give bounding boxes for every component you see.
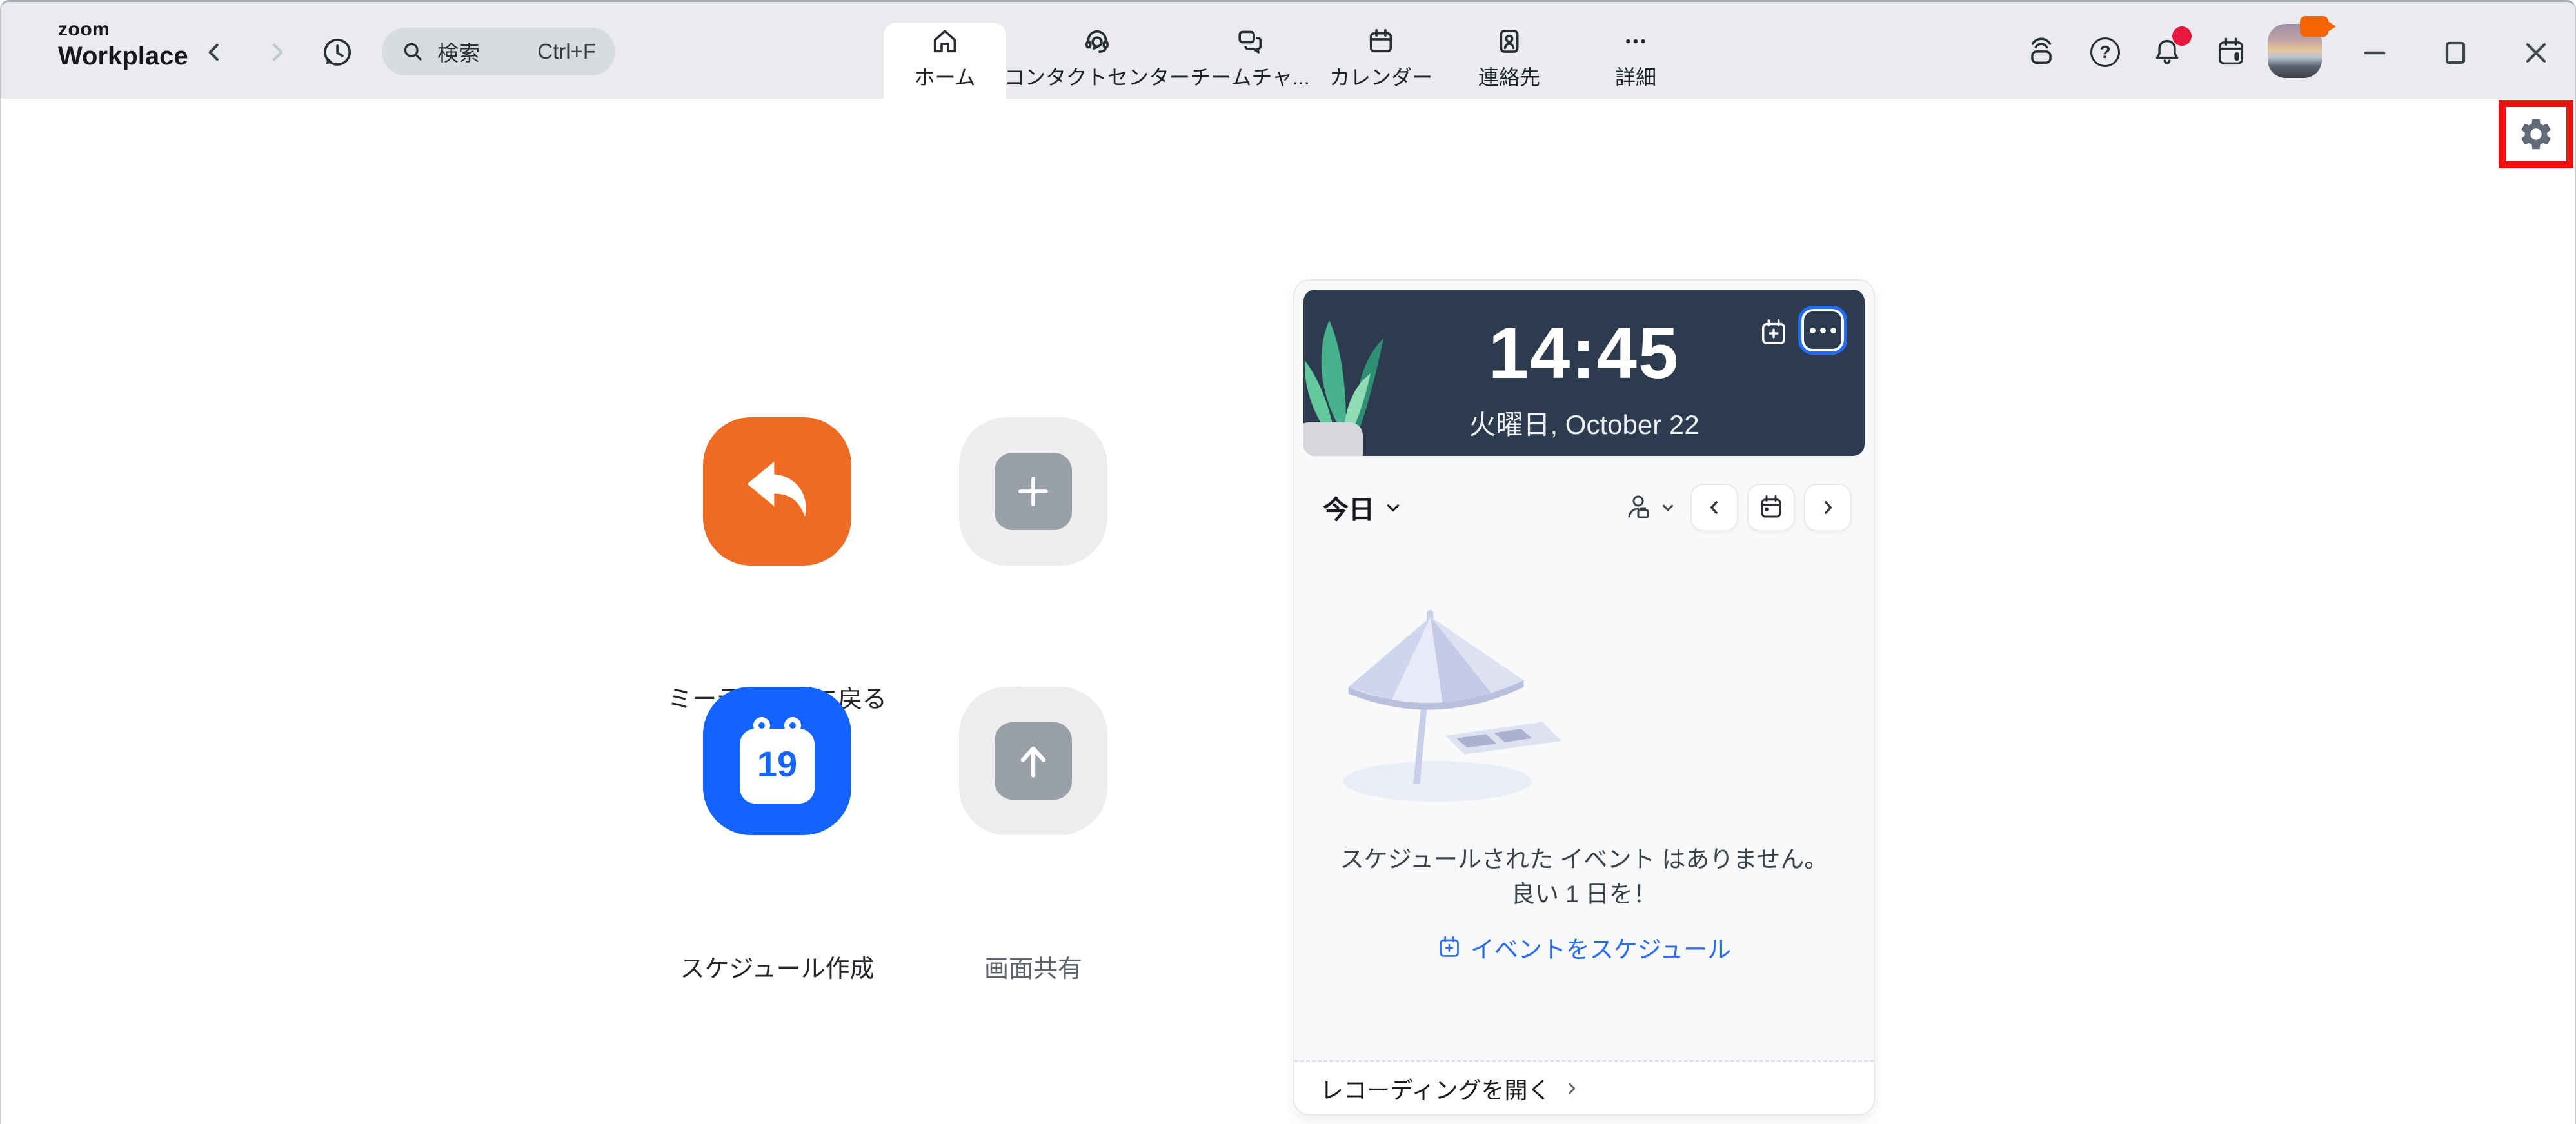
chevron-right-icon [265, 40, 290, 64]
plus-icon [995, 453, 1072, 530]
join-button[interactable] [959, 417, 1107, 566]
close-button[interactable] [2519, 35, 2553, 70]
tab-home-label: ホーム [914, 61, 975, 91]
clock-card: 14:45 火曜日, October 22 [1303, 290, 1865, 456]
notifications-button[interactable] [2150, 35, 2184, 69]
schedule-panel: 14:45 火曜日, October 22 今日 [1293, 279, 1875, 1116]
calendar-panel-icon [2214, 35, 2248, 69]
tab-team-chat-label: チームチャ... [1190, 61, 1309, 91]
tab-more[interactable]: 詳細 [1615, 23, 1656, 99]
back-button[interactable] [195, 33, 233, 72]
calendar-filter-dropdown[interactable] [1623, 492, 1676, 523]
home-content: ミーティングに戻る 参加 19 スケジュール作成 画面共有 [1, 99, 2575, 1124]
today-label: 今日 [1323, 489, 1374, 526]
beach-umbrella-illustration [1294, 603, 1874, 806]
calendar-day-number: 19 [738, 743, 816, 785]
maximize-icon [2441, 39, 2470, 67]
search-input[interactable]: 検索 Ctrl+F [382, 28, 615, 75]
tab-home[interactable]: ホーム [884, 23, 1006, 99]
bell-icon [2150, 35, 2184, 69]
app-logo: zoom Workplace [58, 20, 188, 69]
reply-arrow-icon [740, 454, 815, 529]
goto-today-button[interactable] [1747, 484, 1795, 531]
chevron-down-icon [1660, 499, 1676, 516]
more-dots-icon [1621, 26, 1650, 56]
help-button[interactable]: ? [2088, 35, 2122, 69]
share-arrow-icon [995, 722, 1072, 800]
minimize-icon [2361, 39, 2389, 67]
card-more-button[interactable] [1801, 309, 1844, 351]
app-window: zoom Workplace [0, 0, 2576, 1124]
tab-team-chat[interactable]: チームチャ... [1190, 23, 1309, 99]
search-placeholder: 検索 [437, 36, 480, 67]
minimize-button[interactable] [2357, 35, 2392, 70]
device-icon [2025, 35, 2058, 69]
chevron-right-icon [1563, 1080, 1580, 1097]
tab-more-label: 詳細 [1615, 61, 1656, 91]
empty-state: スケジュールされた イベント はありません。 良い 1 日を！ イベントをスケジ… [1294, 603, 1874, 965]
screen-share-button[interactable] [959, 687, 1107, 835]
annotation-highlight [2499, 100, 2573, 168]
person-badge-icon [1623, 492, 1654, 523]
chat-bubbles-icon [1235, 26, 1265, 56]
clock-date: 火曜日, October 22 [1303, 403, 1865, 442]
tab-contact-center-label: コンタクトセンター [1004, 61, 1190, 91]
contact-card-icon [1494, 26, 1524, 56]
tab-calendar[interactable]: カレンダー [1329, 23, 1432, 99]
open-recordings-row[interactable]: レコーディングを開く [1294, 1060, 1874, 1114]
tab-contacts[interactable]: 連絡先 [1478, 23, 1540, 99]
avatar[interactable] [2268, 24, 2322, 78]
back-to-meeting-button[interactable] [703, 417, 851, 566]
chevron-left-icon [202, 40, 226, 64]
search-icon [401, 40, 424, 63]
forward-button[interactable] [258, 33, 297, 72]
calendar-plus-icon [1437, 935, 1461, 960]
empty-line1: スケジュールされた イベント はありません。 [1294, 842, 1874, 877]
history-button[interactable] [317, 33, 356, 72]
tab-contacts-label: 連絡先 [1478, 61, 1540, 91]
maximize-button[interactable] [2438, 35, 2473, 70]
tab-contact-center[interactable]: コンタクトセンター [1004, 23, 1190, 99]
schedule-event-link[interactable]: イベントをスケジュール [1437, 930, 1731, 965]
help-icon: ? [2090, 37, 2120, 67]
connect-device-button[interactable] [2025, 35, 2058, 69]
home-icon [930, 26, 960, 56]
today-panel-button[interactable] [2214, 35, 2248, 69]
history-icon [319, 35, 354, 70]
schedule-event-label: イベントをスケジュール [1471, 930, 1731, 965]
headset-icon [1082, 26, 1112, 56]
empty-line2: 良い 1 日を！ [1294, 877, 1874, 912]
camera-badge-icon [2300, 16, 2328, 37]
close-icon [2522, 39, 2550, 67]
prev-day-button[interactable] [1690, 484, 1738, 531]
calendar-icon [1366, 26, 1396, 56]
date-nav-group [1690, 484, 1852, 531]
add-event-button[interactable] [1759, 318, 1788, 348]
schedule-button[interactable]: 19 [703, 687, 851, 835]
notification-badge [2172, 26, 2192, 46]
search-shortcut: Ctrl+F [537, 39, 596, 64]
logo-workplace: Workplace [58, 43, 188, 69]
logo-zoom: zoom [58, 20, 188, 39]
gear-icon [2517, 115, 2555, 153]
today-dropdown[interactable]: 今日 [1323, 489, 1403, 526]
chevron-down-icon [1383, 498, 1403, 517]
next-day-button[interactable] [1804, 484, 1852, 531]
settings-gear-button[interactable] [2517, 115, 2555, 153]
open-recordings-label: レコーディングを開く [1320, 1072, 1551, 1105]
panel-toolbar: 今日 [1323, 482, 1852, 533]
title-bar: zoom Workplace [1, 2, 2575, 99]
calendar-19-icon: 19 [738, 717, 816, 805]
screen-share-label: 画面共有 [866, 949, 1201, 984]
tab-calendar-label: カレンダー [1329, 61, 1432, 91]
